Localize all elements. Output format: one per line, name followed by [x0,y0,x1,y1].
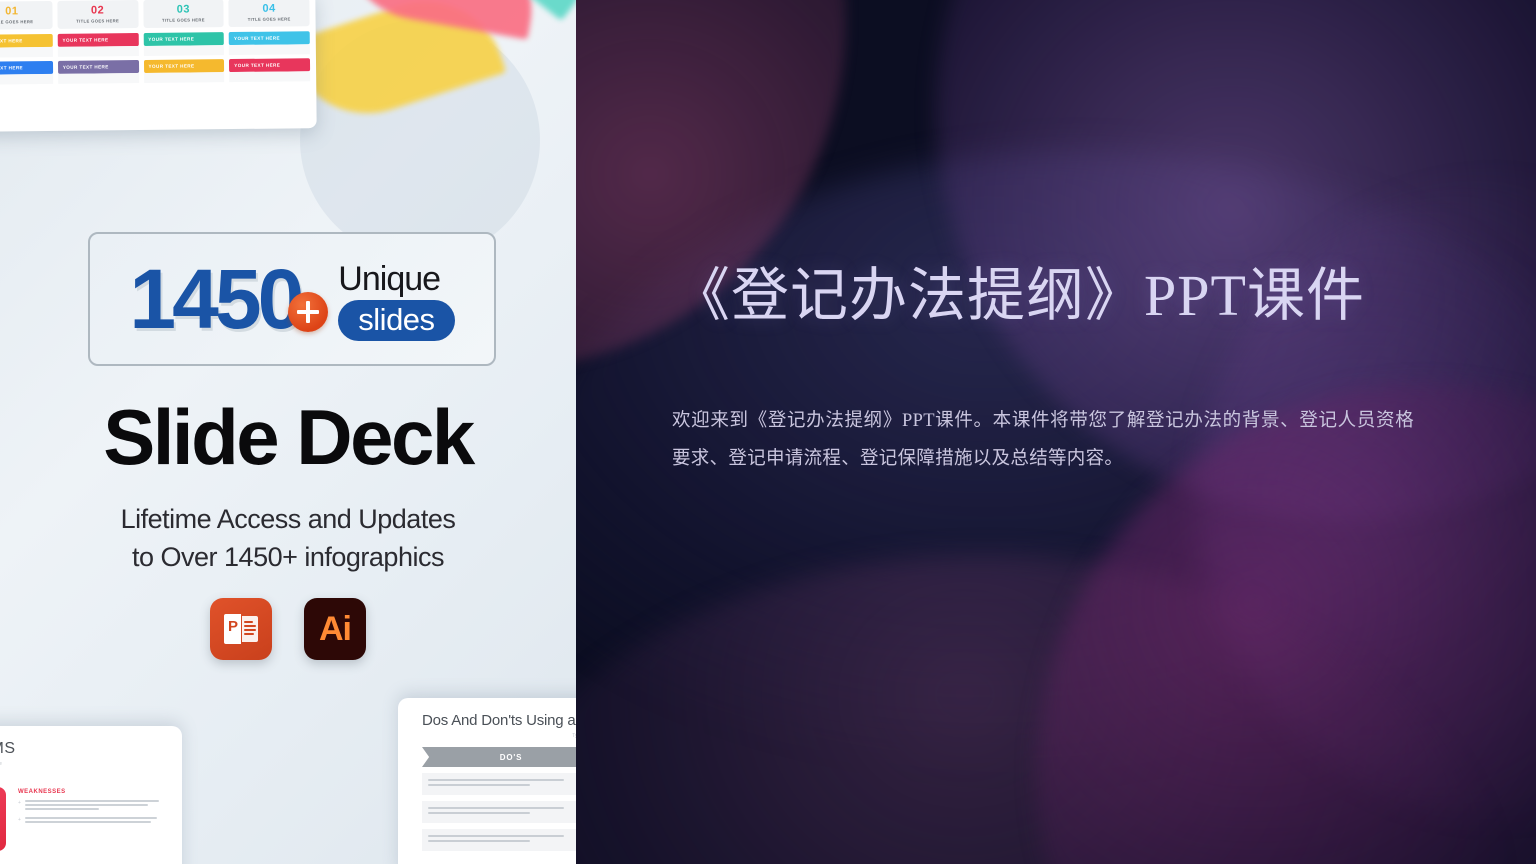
diagrams-card-title: GRAMS [0,740,16,757]
bar-label: YOUR TEXT HERE [0,65,24,71]
bar-label: YOUR TEXT HERE [148,36,195,43]
card-sheet-col: YOUR TEXT HERE [143,59,225,84]
diagrams-card-subtitle: Type the subtitle here [0,761,168,767]
slide-content: 《登记办法提纲》PPT课件 欢迎来到《登记办法提纲》PPT课件。本课件将带您了解… [576,252,1536,479]
slide-title: 《登记办法提纲》PPT课件 [672,263,1365,328]
powerpoint-icon: P [210,598,272,660]
weakness-text-block: WEAKNESSES + + [18,787,168,851]
pinwheel-decoration [286,0,576,144]
card-sheet-head-cell: 01 TITLE GOES HERE [0,0,53,30]
card-sheet-head-cell: 04 TITLE GOES HERE [228,0,310,28]
card-sheet-col: YOUR TEXT HERE [0,34,53,58]
card-number: 01 [5,5,19,18]
promo-subline-2: to Over 1450+ infographics [132,542,444,573]
promo-panel: 01 TITLE GOES HERE 02 TITLE GOES HERE 03… [0,0,576,864]
badge-unique-label: Unique [338,259,441,298]
dos-donts-subtitle: Type the subtitle here [572,733,576,739]
slide-body-text: 欢迎来到《登记办法提纲》PPT课件。本课件将带您了解登记办法的背景、登记人员资格… [672,411,1414,470]
weakness-swatch [0,787,6,851]
card-sheet-head-cell: 02 TITLE GOES HERE [57,0,139,29]
promo-headline: Slide Deck [103,393,475,481]
card-sheet-header-row: 01 TITLE GOES HERE 02 TITLE GOES HERE 03… [0,0,310,30]
app-root: 01 TITLE GOES HERE 02 TITLE GOES HERE 03… [0,0,1536,864]
card-sheet-row-1: YOUR TEXT HERE YOUR TEXT HERE YOUR TEXT … [0,31,310,58]
weakness-bullet: + [18,817,168,825]
card-number: 04 [262,2,276,15]
bar-label: YOUR TEXT HERE [234,62,281,69]
diagrams-preview-card: GRAMS Type the subtitle here WEAKNESSES … [0,726,182,864]
card-sheet-col: YOUR TEXT HERE [57,33,139,57]
promo-subline: Lifetime Access and Updates to Over 1450… [0,500,576,577]
dos-row [422,829,576,851]
bar-label: YOUR TEXT HERE [233,35,280,42]
bar-label: YOUR TEXT HERE [62,64,109,70]
card-sheet-col: YOUR TEXT HERE [57,60,139,84]
powerpoint-glyph: P [224,614,258,644]
card-sheet-col: YOUR TEXT HERE [143,32,225,57]
card-number: 03 [176,3,191,16]
weaknesses-heading: WEAKNESSES [18,789,66,795]
powerpoint-letter: P [228,618,239,635]
slides-count-badge: 1450 Unique slides [88,232,496,366]
card-subtitle: TITLE GOES HERE [247,16,291,22]
card-sheet-col: YOUR TEXT HERE [229,58,311,83]
badge-right-group: Unique slides [338,259,455,341]
card-sheet-col: YOUR TEXT HERE [228,31,310,56]
card-subtitle: TITLE GOES HERE [76,18,120,24]
bar-label: YOUR TEXT HERE [62,37,109,43]
card-subtitle: TITLE GOES HERE [0,19,34,25]
dos-row [422,773,576,795]
weakness-bullet: + [18,800,168,812]
dos-row-text [422,801,576,823]
infographic-card-sheet: 01 TITLE GOES HERE 02 TITLE GOES HERE 03… [0,0,317,132]
badge-number: 1450 [129,252,304,346]
dos-ribbon: DO'S [422,747,576,767]
illustrator-letter: Ai [319,609,352,648]
background-wave-bottom [576,554,1516,864]
card-number: 02 [90,4,105,17]
dos-row-text [422,773,576,795]
badge-slides-pill: slides [338,299,455,341]
presentation-slide: 《登记办法提纲》PPT课件 欢迎来到《登记办法提纲》PPT课件。本课件将带您了解… [576,0,1536,864]
dos-row-text [422,829,576,851]
bar-label: YOUR TEXT HERE [0,38,23,44]
illustrator-icon: Ai [304,598,366,660]
promo-subline-1: Lifetime Access and Updates [120,504,456,534]
card-sheet-col: YOUR TEXT HERE [0,61,53,85]
bar-label: YOUR TEXT HERE [148,63,195,70]
dos-row [422,801,576,823]
card-subtitle: TITLE GOES HERE [161,17,205,23]
diagrams-card-body: WEAKNESSES + + [0,787,168,851]
card-sheet-row-2: YOUR TEXT HERE YOUR TEXT HERE YOUR TEXT … [0,58,311,85]
dos-donts-preview-card: Dos And Don'ts Using a Type the subtitle… [398,698,576,864]
card-sheet-head-cell: 03 TITLE GOES HERE [142,0,224,29]
app-icon-row: P Ai [0,598,576,660]
dos-donts-title: Dos And Don'ts Using a [422,712,576,729]
plus-icon [288,292,329,332]
